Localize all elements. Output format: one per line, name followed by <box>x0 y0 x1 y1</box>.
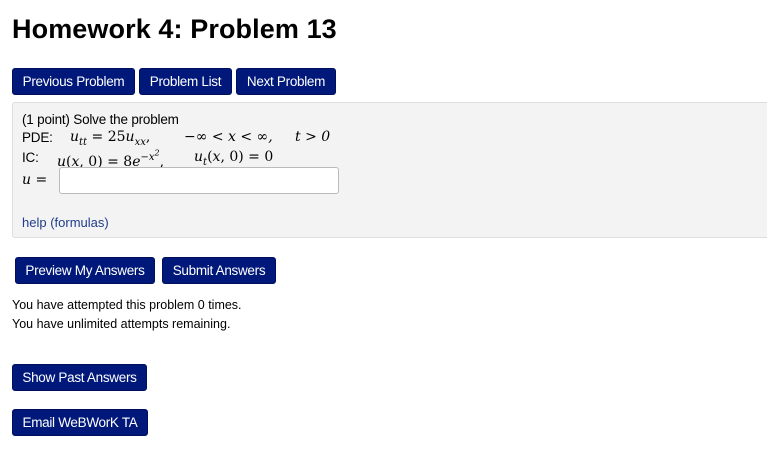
previous-problem-button[interactable]: Previous Problem <box>12 68 135 95</box>
pde-time-condition: t > 0 <box>295 129 331 145</box>
problem-points-text: (1 point) Solve the problem <box>22 112 179 127</box>
pde-domain: −∞ < x < ∞, <box>184 129 273 145</box>
help-formulas-link[interactable]: help (formulas) <box>22 215 109 230</box>
preview-answers-button[interactable]: Preview My Answers <box>15 257 155 284</box>
ic-label: IC: <box>22 150 39 165</box>
problem-panel: (1 point) Solve the problem PDE: utt = 2… <box>12 102 767 238</box>
pde-label: PDE: <box>22 130 53 145</box>
problem-list-button[interactable]: Problem List <box>139 68 232 95</box>
remaining-attempts-status: You have unlimited attempts remaining. <box>12 317 231 331</box>
next-problem-button[interactable]: Next Problem <box>236 68 336 95</box>
submit-answers-button[interactable]: Submit Answers <box>162 257 276 284</box>
pde-equation: utt = 25uxx, <box>70 129 151 148</box>
ic-second-condition: ut(x, 0) = 0 <box>194 149 274 168</box>
show-past-answers-button[interactable]: Show Past Answers <box>12 364 147 391</box>
answer-input[interactable] <box>59 167 339 194</box>
attempts-status: You have attempted this problem 0 times. <box>12 298 242 312</box>
page-title: Homework 4: Problem 13 <box>12 14 337 44</box>
email-ta-button[interactable]: Email WeBWorK TA <box>12 409 148 436</box>
answer-label: u = <box>22 172 48 188</box>
